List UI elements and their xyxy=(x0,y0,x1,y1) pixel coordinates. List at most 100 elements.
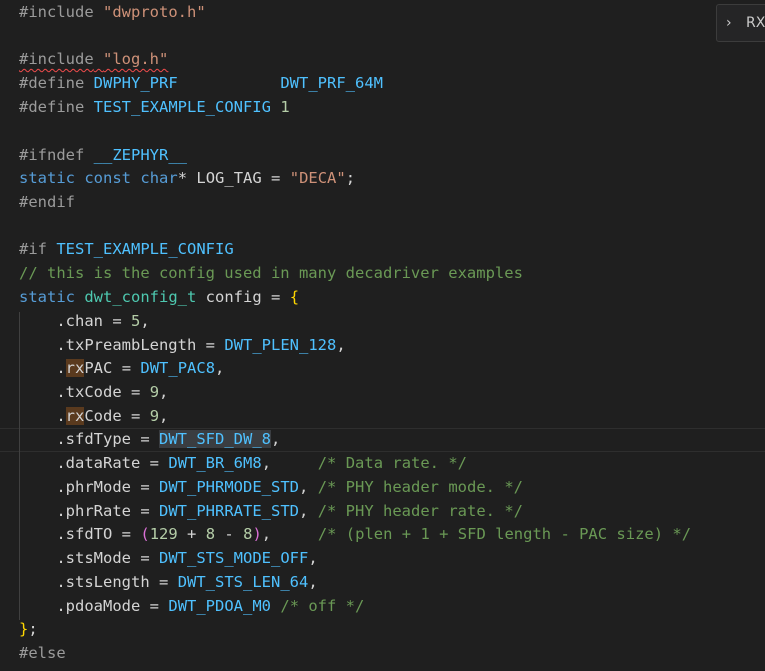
operator: = xyxy=(271,288,281,306)
field-name: .phrRate xyxy=(56,502,131,520)
word-highlight: rx xyxy=(65,359,85,377)
operator: = xyxy=(112,312,122,330)
block-comment: /* PHY header mode. */ xyxy=(317,478,523,496)
operator: = xyxy=(121,359,132,377)
field-name: .dataRate xyxy=(56,454,141,472)
type-name: dwt_config_t xyxy=(84,288,197,306)
field-name: .txCode xyxy=(56,383,122,401)
field-name: Code xyxy=(84,407,122,425)
field-dot: . xyxy=(56,407,66,425)
preprocessor-directive: #define xyxy=(19,74,85,92)
field-value: DWT_PHRMODE_STD xyxy=(159,478,299,496)
code-line-chan[interactable]: .chan = 5, xyxy=(19,310,150,334)
code-line-define-test-config[interactable]: #define TEST_EXAMPLE_CONFIG 1 xyxy=(19,96,290,120)
number: 8 xyxy=(205,525,216,543)
widget-label: RX xyxy=(746,15,765,31)
keyword-char: char xyxy=(140,169,178,187)
field-name: .txPreambLength xyxy=(56,336,197,354)
comma: , xyxy=(140,312,150,330)
preprocessor-directive: #ifndef xyxy=(19,146,85,164)
code-line-close-brace[interactable]: }; xyxy=(19,618,38,642)
code-line-phr-mode[interactable]: .phrMode = DWT_PHRMODE_STD, /* PHY heade… xyxy=(19,476,523,500)
code-editor[interactable]: #include "dwproto.h" #include "log.h" #d… xyxy=(0,0,765,671)
string-literal: "DECA" xyxy=(289,169,346,187)
comma: , xyxy=(159,407,169,425)
code-line-include-dwproto[interactable]: #include "dwproto.h" xyxy=(19,1,206,25)
keyword-static: static xyxy=(19,169,75,187)
code-line-ifndef[interactable]: #ifndef __ZEPHYR__ xyxy=(19,144,187,168)
field-name: .stsMode xyxy=(56,549,131,567)
rx-collapsed-widget[interactable]: › RX xyxy=(716,4,765,42)
field-value: DWT_PAC8 xyxy=(140,359,216,377)
block-comment: /* PHY header rate. */ xyxy=(317,502,523,520)
field-name: .sfdTO xyxy=(56,525,113,543)
code-line-rx-code[interactable]: .rxCode = 9, xyxy=(19,405,168,429)
code-line-sts-mode[interactable]: .stsMode = DWT_STS_MODE_OFF, xyxy=(19,547,317,571)
field-value: 9 xyxy=(149,407,160,425)
preprocessor-directive: #include xyxy=(19,50,94,68)
macro-value: 1 xyxy=(280,98,290,116)
preprocessor-directive: #include xyxy=(19,3,94,21)
comma: , xyxy=(261,525,272,543)
macro-name: __ZEPHYR__ xyxy=(93,146,187,164)
preprocessor-directive: #endif xyxy=(19,193,75,211)
operator: = xyxy=(131,407,141,425)
field-name: PAC xyxy=(84,359,113,377)
code-line-tx-code[interactable]: .txCode = 9, xyxy=(19,381,168,405)
code-line-sfd-type[interactable]: .sfdType = DWT_SFD_DW_8, xyxy=(19,428,280,452)
field-name: .sfdType xyxy=(56,430,131,448)
operator: = xyxy=(140,478,150,496)
macro-name: TEST_EXAMPLE_CONFIG xyxy=(93,98,271,116)
code-line-log-tag[interactable]: static const char* LOG_TAG = "DECA"; xyxy=(19,167,355,191)
code-line-if[interactable]: #if TEST_EXAMPLE_CONFIG xyxy=(19,238,234,262)
field-dot: . xyxy=(56,359,66,377)
line-comment: // this is the config used in many decad… xyxy=(19,264,523,282)
preprocessor-directive: #else xyxy=(19,644,66,662)
comma: , xyxy=(308,573,318,591)
pointer-star: * xyxy=(177,169,188,187)
code-line-tx-preamble[interactable]: .txPreambLength = DWT_PLEN_128, xyxy=(19,334,346,358)
field-name: .chan xyxy=(56,312,103,330)
code-line-else[interactable]: #else xyxy=(19,642,66,666)
code-line-include-log[interactable]: #include "log.h" xyxy=(19,48,168,72)
operator: = xyxy=(205,336,215,354)
code-line-config-decl[interactable]: static dwt_config_t config = { xyxy=(19,286,299,310)
operator: = xyxy=(140,549,150,567)
close-brace: } xyxy=(19,620,29,638)
macro-value: DWT_PRF_64M xyxy=(280,74,383,92)
operator: + xyxy=(187,525,197,543)
operator: - xyxy=(224,525,234,543)
field-value: DWT_STS_LEN_64 xyxy=(177,573,309,591)
field-value: DWT_STS_MODE_OFF xyxy=(159,549,309,567)
comma: , xyxy=(336,336,346,354)
chevron-right-icon[interactable]: › xyxy=(726,15,742,31)
code-line-define-prf[interactable]: #define DWPHY_PRF DWT_PRF_64M xyxy=(19,72,383,96)
field-value: 5 xyxy=(131,312,141,330)
operator: = xyxy=(140,502,150,520)
code-line-comment[interactable]: // this is the config used in many decad… xyxy=(19,262,523,286)
code-line-sts-length[interactable]: .stsLength = DWT_STS_LEN_64, xyxy=(19,571,318,595)
code-line-data-rate[interactable]: .dataRate = DWT_BR_6M8, /* Data rate. */ xyxy=(19,452,467,476)
include-path: "log.h" xyxy=(103,50,169,68)
field-value: DWT_BR_6M8 xyxy=(168,454,262,472)
block-comment: /* off */ xyxy=(280,597,365,615)
keyword-const: const xyxy=(84,169,132,187)
field-value: DWT_PHRRATE_STD xyxy=(159,502,299,520)
code-line-rx-pac[interactable]: .rxPAC = DWT_PAC8, xyxy=(19,357,224,381)
field-name: .pdoaMode xyxy=(56,597,141,615)
code-line-sfd-to[interactable]: .sfdTO = (129 + 8 - 8), /* (plen + 1 + S… xyxy=(19,523,691,547)
operator: = xyxy=(149,597,160,615)
comma: , xyxy=(261,454,272,472)
selected-field-value: DWT_SFD_DW_8 xyxy=(159,430,271,448)
code-line-pdoa-mode[interactable]: .pdoaMode = DWT_PDOA_M0 /* off */ xyxy=(19,595,364,619)
field-value: 9 xyxy=(149,383,160,401)
field-value: DWT_PDOA_M0 xyxy=(168,597,272,615)
code-line-endif[interactable]: #endif xyxy=(19,191,75,215)
operator: = xyxy=(140,430,150,448)
variable-name: LOG_TAG xyxy=(196,169,262,187)
field-name: .stsLength xyxy=(56,573,150,591)
comma: , xyxy=(299,478,309,496)
preprocessor-directive: #define xyxy=(19,98,85,116)
open-paren: ( xyxy=(140,525,150,543)
code-line-phr-rate[interactable]: .phrRate = DWT_PHRRATE_STD, /* PHY heade… xyxy=(19,500,523,524)
